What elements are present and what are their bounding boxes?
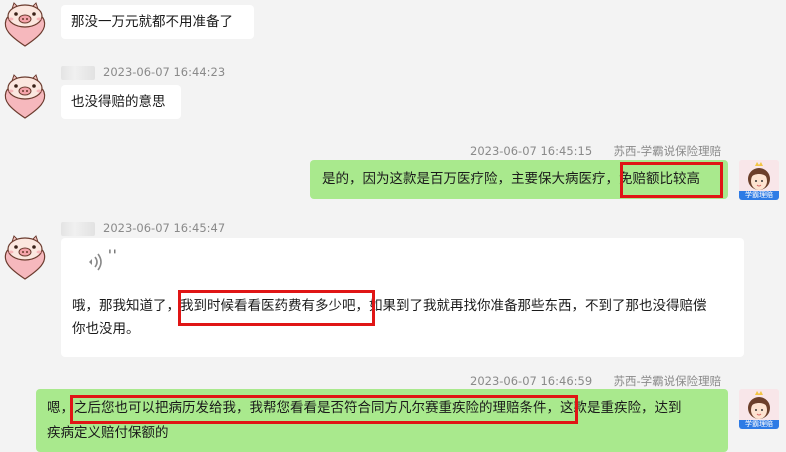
contact-avatar[interactable] [0,0,50,50]
sound-wave-icon[interactable] [86,252,104,272]
highlighted-text: 我到时候看看医药费有多少吧， [180,298,369,314]
text-segment: 疾病定义赔付保额的 [47,425,169,441]
message-text-line: 你也没用。 [72,318,272,342]
highlighted-text: 之后您也可以把病历发给我，我帮您看看是否符合同方凡尔赛重疾险的理赔条件， [74,400,560,416]
voice-mark: '' [108,248,118,264]
incoming-message: 也没得赔的意思 [61,85,181,119]
text-segment: 这款是重疾险，达到 [560,400,682,416]
message-timestamp: 2023-06-07 16:46:59 [470,374,593,388]
message-text-line: 哦，那我知道了，我到时候看看医药费有多少吧，如果到了我就再找你准备那些东西，不到… [72,295,732,319]
text-segment: 哦，那我知道了， [72,298,180,314]
avatar-label: 学霸理赔 [739,420,779,429]
message-meta: 2023-06-07 16:45:15 苏西-学霸说保险理赔 [470,143,721,159]
message-text: 也没得赔的意思 [71,94,166,110]
message-timestamp: 2023-06-07 16:45:47 [103,221,226,235]
message-text-line: 嗯，之后您也可以把病历发给我，我帮您看看是否符合同方凡尔赛重疾险的理赔条件，这款… [47,397,717,421]
agent-avatar[interactable]: 学霸理赔 [739,389,779,429]
message-text: 那没一万元就都不用准备了 [71,14,233,30]
avatar-label: 学霸理赔 [739,191,779,200]
contact-avatar[interactable] [0,233,50,283]
message-meta: 2023-06-07 16:46:59 苏西-学霸说保险理赔 [470,373,721,389]
outgoing-message: 是的，因为这款是百万医疗险，主要保大病医疗，免赔额比较高 [310,160,728,199]
incoming-message: 那没一万元就都不用准备了 [61,5,254,39]
message-timestamp: 2023-06-07 16:44:23 [103,65,226,79]
contact-avatar[interactable] [0,72,50,122]
sender-name: 苏西-学霸说保险理赔 [613,144,722,158]
text-segment: 你也没用。 [72,321,140,337]
agent-avatar[interactable]: 学霸理赔 [739,160,779,200]
highlighted-text: 免赔额比较高 [619,171,700,187]
message-text-line: 疾病定义赔付保额的 [47,422,347,446]
text-segment: 嗯， [47,400,74,416]
text-segment: 如果到了我就再找你准备那些东西，不到了那也没得赔偿 [369,298,707,314]
message-text: 是的，因为这款是百万医疗险，主要保大病医疗， [322,171,619,187]
message-meta: 2023-06-07 16:44:23 [61,65,225,80]
sender-name-redacted [61,65,95,80]
sender-name: 苏西-学霸说保险理赔 [613,374,722,388]
message-timestamp: 2023-06-07 16:45:15 [470,144,593,158]
message-meta: 2023-06-07 16:45:47 [61,221,225,236]
sender-name-redacted [61,221,95,236]
